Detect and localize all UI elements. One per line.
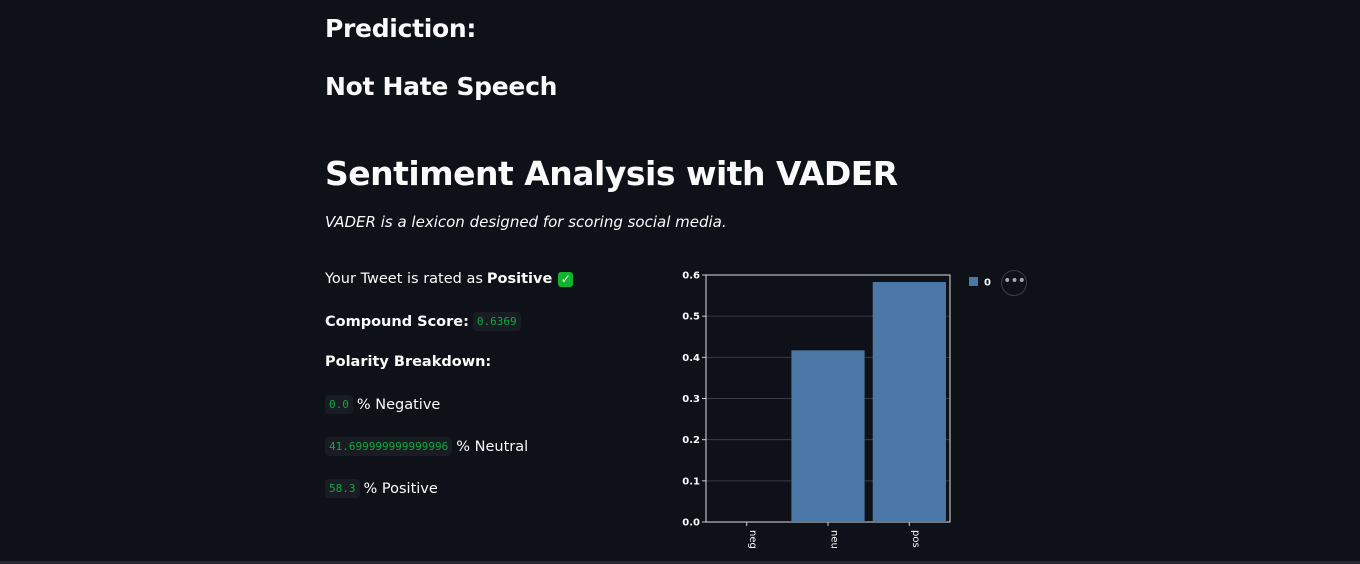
- y-tick-label: 0.4: [682, 353, 700, 364]
- legend-swatch: [969, 277, 978, 286]
- negative-line: 0.0 % Negative: [325, 395, 440, 414]
- polarity-label-text: Polarity Breakdown:: [325, 354, 492, 370]
- polarity-bar-chart: 0.0 0.1 0.2 0.3 0.4 0.5 0.6 neg neu pos 0: [670, 260, 1050, 556]
- compound-line: Compound Score: 0.6369: [325, 312, 521, 331]
- app-page: Prediction: Not Hate Speech Sentiment An…: [0, 0, 1360, 564]
- neutral-line: 41.699999999999996 % Neutral: [325, 437, 528, 456]
- negative-label: % Negative: [356, 396, 441, 413]
- y-tick-label: 0.5: [682, 312, 700, 323]
- rating-line: Your Tweet is rated as Positive ✓: [325, 271, 574, 287]
- negative-value: 0.0: [325, 395, 353, 414]
- x-tick-label: neu: [829, 530, 840, 549]
- compound-label: Compound Score:: [325, 313, 469, 330]
- positive-line: 58.3 % Positive: [325, 479, 438, 498]
- chart-svg: 0.0 0.1 0.2 0.3 0.4 0.5 0.6 neg neu pos 0: [682, 271, 991, 549]
- y-tick-label: 0.3: [682, 394, 700, 405]
- check-mark-icon: ✓: [558, 271, 574, 287]
- polarity-label: Polarity Breakdown:: [325, 354, 491, 370]
- rating-value: Positive: [486, 271, 553, 287]
- prediction-label: Prediction:: [325, 14, 477, 43]
- compound-value: 0.6369: [472, 312, 521, 331]
- y-tick-label: 0.0: [682, 518, 700, 529]
- more-horizontal-icon[interactable]: •••: [1001, 270, 1027, 296]
- y-tick-label: 0.1: [682, 476, 700, 487]
- neutral-value: 41.699999999999996: [325, 437, 453, 456]
- x-tick-label: pos: [910, 530, 921, 548]
- positive-value: 58.3: [325, 479, 360, 498]
- rating-prefix: Your Tweet is rated as: [325, 271, 483, 287]
- bar-pos: [872, 281, 946, 522]
- neutral-label: % Neutral: [456, 438, 529, 455]
- prediction-result: Not Hate Speech: [325, 72, 558, 101]
- legend-label: 0: [984, 278, 991, 289]
- y-tick-label: 0.6: [682, 271, 700, 282]
- sentiment-description: VADER is a lexicon designed for scoring …: [325, 213, 727, 231]
- bar-neu: [791, 350, 865, 522]
- x-tick-label: neg: [747, 530, 758, 549]
- y-tick-label: 0.2: [682, 435, 700, 446]
- positive-label: % Positive: [363, 480, 438, 497]
- sentiment-title: Sentiment Analysis with VADER: [325, 154, 898, 193]
